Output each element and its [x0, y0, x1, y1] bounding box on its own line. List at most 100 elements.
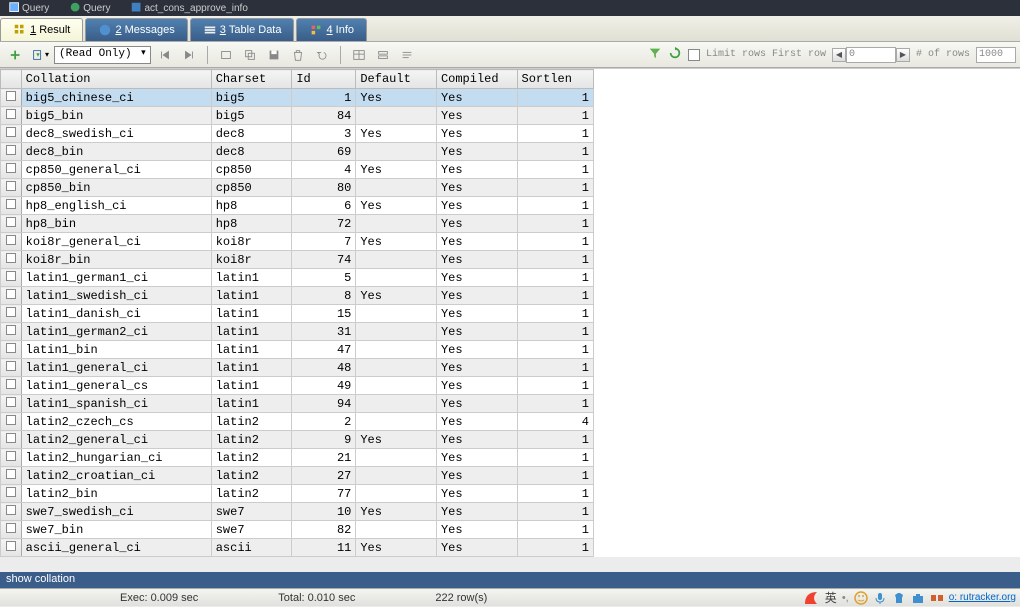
table-row[interactable]: latin1_spanish_cilatin194Yes1 — [1, 395, 594, 413]
table-row[interactable]: latin1_german1_cilatin15Yes1 — [1, 269, 594, 287]
row-selector[interactable] — [1, 269, 22, 287]
cell-compiled[interactable]: Yes — [436, 197, 517, 215]
cell-sortlen[interactable]: 1 — [517, 125, 593, 143]
row-selector[interactable] — [1, 377, 22, 395]
row-selector[interactable] — [1, 395, 22, 413]
cell-default[interactable]: Yes — [356, 431, 437, 449]
cell-id[interactable]: 2 — [292, 413, 356, 431]
tab-info[interactable]: 4 Info — [296, 18, 367, 41]
cell-default[interactable] — [356, 377, 437, 395]
cell-sortlen[interactable]: 1 — [517, 269, 593, 287]
ime-indicator[interactable]: 英 — [825, 589, 837, 606]
cell-charset[interactable]: big5 — [211, 89, 292, 107]
editor-tab[interactable]: Query — [69, 1, 110, 15]
cell-compiled[interactable]: Yes — [436, 125, 517, 143]
cell-compiled[interactable]: Yes — [436, 431, 517, 449]
cell-compiled[interactable]: Yes — [436, 413, 517, 431]
cell-sortlen[interactable]: 1 — [517, 485, 593, 503]
cell-default[interactable] — [356, 449, 437, 467]
cell-id[interactable]: 8 — [292, 287, 356, 305]
table-row[interactable]: ascii_general_ciascii11YesYes1 — [1, 539, 594, 557]
limit-rows-checkbox[interactable] — [688, 49, 700, 61]
table-row[interactable]: latin1_danish_cilatin115Yes1 — [1, 305, 594, 323]
cell-sortlen[interactable]: 1 — [517, 305, 593, 323]
cell-id[interactable]: 6 — [292, 197, 356, 215]
row-selector[interactable] — [1, 89, 22, 107]
cell-compiled[interactable]: Yes — [436, 359, 517, 377]
first-row-spinner[interactable]: ◀ ▶ — [832, 47, 910, 63]
cell-sortlen[interactable]: 1 — [517, 89, 593, 107]
cell-charset[interactable]: latin2 — [211, 431, 292, 449]
cell-default[interactable] — [356, 323, 437, 341]
cell-charset[interactable]: latin1 — [211, 305, 292, 323]
cell-sortlen[interactable]: 1 — [517, 197, 593, 215]
cell-collation[interactable]: latin1_bin — [21, 341, 211, 359]
table-row[interactable]: dec8_swedish_cidec83YesYes1 — [1, 125, 594, 143]
cell-collation[interactable]: latin2_general_ci — [21, 431, 211, 449]
editor-tab[interactable]: Query — [8, 1, 49, 15]
cancel-button[interactable] — [312, 45, 332, 65]
cell-collation[interactable]: cp850_bin — [21, 179, 211, 197]
table-row[interactable]: latin1_german2_cilatin131Yes1 — [1, 323, 594, 341]
cell-default[interactable] — [356, 359, 437, 377]
cell-default[interactable] — [356, 179, 437, 197]
cell-default[interactable] — [356, 395, 437, 413]
cell-charset[interactable]: latin1 — [211, 341, 292, 359]
cell-sortlen[interactable]: 1 — [517, 143, 593, 161]
cell-id[interactable]: 7 — [292, 233, 356, 251]
cell-compiled[interactable]: Yes — [436, 503, 517, 521]
mic-icon[interactable] — [873, 591, 887, 605]
cell-default[interactable]: Yes — [356, 539, 437, 557]
cell-id[interactable]: 9 — [292, 431, 356, 449]
cell-collation[interactable]: ascii_general_ci — [21, 539, 211, 557]
cell-charset[interactable]: dec8 — [211, 125, 292, 143]
cell-collation[interactable]: big5_bin — [21, 107, 211, 125]
tab-result[interactable]: 1 Result — [0, 18, 83, 41]
cell-charset[interactable]: latin1 — [211, 395, 292, 413]
cell-collation[interactable]: swe7_swedish_ci — [21, 503, 211, 521]
cell-compiled[interactable]: Yes — [436, 377, 517, 395]
table-row[interactable]: latin1_general_cslatin149Yes1 — [1, 377, 594, 395]
cell-compiled[interactable]: Yes — [436, 323, 517, 341]
row-selector[interactable] — [1, 197, 22, 215]
cell-id[interactable]: 47 — [292, 341, 356, 359]
refresh-button[interactable] — [668, 46, 682, 63]
cell-sortlen[interactable]: 1 — [517, 467, 593, 485]
table-row[interactable]: hp8_english_cihp86YesYes1 — [1, 197, 594, 215]
cell-default[interactable] — [356, 107, 437, 125]
cell-id[interactable]: 21 — [292, 449, 356, 467]
cell-id[interactable]: 48 — [292, 359, 356, 377]
table-row[interactable]: latin2_croatian_cilatin227Yes1 — [1, 467, 594, 485]
skin-icon[interactable] — [892, 591, 906, 605]
cell-id[interactable]: 82 — [292, 521, 356, 539]
nav-last-button[interactable] — [179, 45, 199, 65]
cell-default[interactable]: Yes — [356, 197, 437, 215]
cell-collation[interactable]: koi8r_bin — [21, 251, 211, 269]
grid-view-button[interactable] — [349, 45, 369, 65]
cell-charset[interactable]: latin2 — [211, 449, 292, 467]
row-selector[interactable] — [1, 539, 22, 557]
delete-button[interactable] — [288, 45, 308, 65]
cell-collation[interactable]: hp8_bin — [21, 215, 211, 233]
cell-compiled[interactable]: Yes — [436, 287, 517, 305]
cell-id[interactable]: 77 — [292, 485, 356, 503]
cell-charset[interactable]: dec8 — [211, 143, 292, 161]
cell-compiled[interactable]: Yes — [436, 539, 517, 557]
cell-sortlen[interactable]: 1 — [517, 233, 593, 251]
cell-compiled[interactable]: Yes — [436, 233, 517, 251]
cell-sortlen[interactable]: 1 — [517, 503, 593, 521]
cell-sortlen[interactable]: 1 — [517, 251, 593, 269]
table-row[interactable]: latin2_binlatin277Yes1 — [1, 485, 594, 503]
row-selector[interactable] — [1, 467, 22, 485]
cell-charset[interactable]: swe7 — [211, 503, 292, 521]
cell-sortlen[interactable]: 4 — [517, 413, 593, 431]
cell-collation[interactable]: latin1_spanish_ci — [21, 395, 211, 413]
nav-first-button[interactable] — [155, 45, 175, 65]
cell-charset[interactable]: latin2 — [211, 485, 292, 503]
table-row[interactable]: swe7_binswe782Yes1 — [1, 521, 594, 539]
tab-messages[interactable]: 2 Messages — [85, 18, 187, 41]
cell-charset[interactable]: latin1 — [211, 287, 292, 305]
table-row[interactable]: cp850_general_cicp8504YesYes1 — [1, 161, 594, 179]
cell-default[interactable] — [356, 143, 437, 161]
row-selector[interactable] — [1, 449, 22, 467]
